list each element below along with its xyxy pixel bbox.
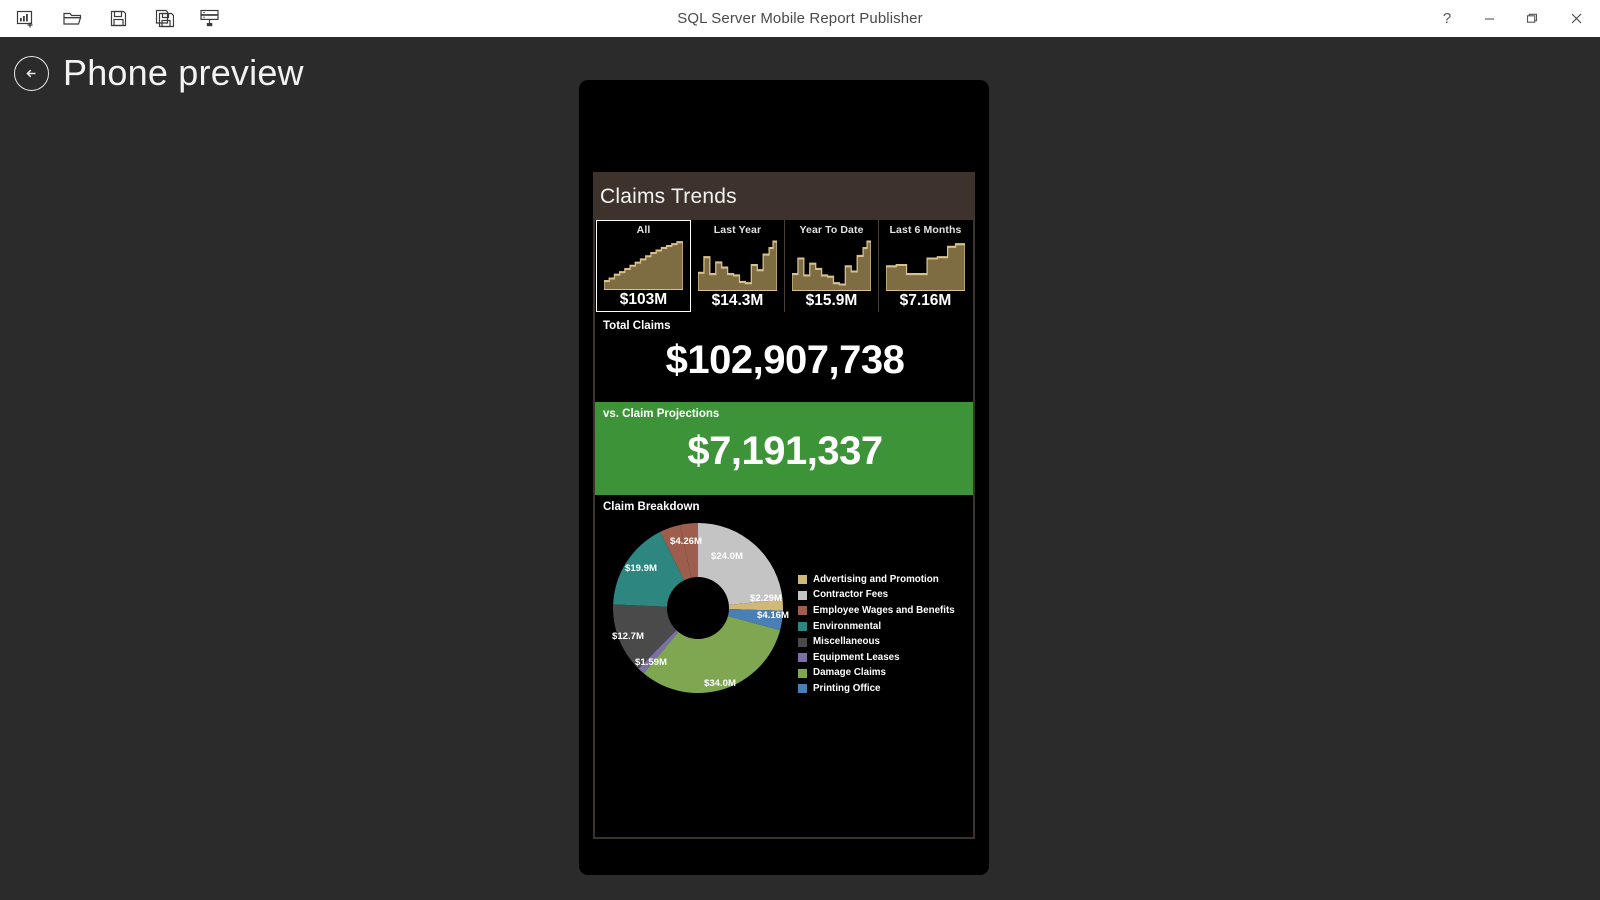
legend-label: Employee Wages and Benefits bbox=[813, 604, 955, 616]
tile-last-year-sparkline bbox=[691, 237, 784, 291]
kpi-total-claims-value: $102,907,738 bbox=[665, 338, 905, 382]
tile-last-year-label: Last Year bbox=[713, 224, 762, 236]
legend-label: Advertising and Promotion bbox=[813, 573, 939, 585]
phone-screen: Claims Trends All $103M Last Year $14.3M… bbox=[593, 172, 975, 839]
kpi-claim-projections: vs. Claim Projections $7,191,337 bbox=[595, 402, 973, 495]
kpi-claim-projections-value: $7,191,337 bbox=[687, 429, 883, 473]
legend-item[interactable]: Equipment Leases bbox=[798, 650, 955, 666]
tile-year-to-date-sparkline bbox=[785, 237, 878, 291]
back-arrow-icon[interactable] bbox=[14, 55, 49, 91]
report-header: Claims Trends bbox=[595, 174, 973, 220]
legend-swatch-icon bbox=[798, 668, 807, 678]
mobile-report: Claims Trends All $103M Last Year $14.3M… bbox=[595, 174, 973, 837]
legend-item[interactable]: Contractor Fees bbox=[798, 588, 955, 604]
legend-swatch-icon bbox=[798, 684, 807, 694]
slice-label-equipment: $1.59M bbox=[635, 657, 667, 668]
preview-page: Phone preview Claims Trends All $103M La… bbox=[0, 37, 1600, 900]
tile-last-6-months[interactable]: Last 6 Months $7.16M bbox=[879, 220, 972, 312]
tile-year-to-date-value: $15.9M bbox=[805, 292, 858, 309]
legend-item[interactable]: Advertising and Promotion bbox=[798, 572, 955, 588]
legend-label: Equipment Leases bbox=[813, 651, 900, 663]
legend-item[interactable]: Damage Claims bbox=[798, 666, 955, 682]
tile-year-to-date[interactable]: Year To Date $15.9M bbox=[785, 220, 879, 312]
kpi-total-claims: Total Claims $102,907,738 bbox=[595, 314, 973, 402]
tile-last-6-months-value: $7.16M bbox=[899, 292, 952, 309]
maximize-button[interactable] bbox=[1510, 0, 1552, 37]
legend-label: Environmental bbox=[813, 620, 882, 632]
publish-server-icon[interactable] bbox=[192, 4, 228, 34]
help-button[interactable]: ? bbox=[1426, 0, 1468, 37]
slice-label-miscellaneous: $12.7M bbox=[612, 631, 644, 642]
legend-swatch-icon bbox=[798, 637, 807, 647]
legend-swatch-icon bbox=[798, 590, 807, 600]
legend-swatch-icon bbox=[798, 575, 807, 585]
page-header: Phone preview bbox=[14, 55, 304, 91]
legend-label: Printing Office bbox=[813, 682, 881, 694]
open-folder-icon[interactable] bbox=[54, 4, 90, 34]
phone-device-frame: Claims Trends All $103M Last Year $14.3M… bbox=[579, 80, 989, 875]
slice-label-damage: $34.0M bbox=[704, 678, 736, 689]
legend-label: Miscellaneous bbox=[813, 636, 880, 648]
report-title: Claims Trends bbox=[600, 185, 737, 208]
tile-last-year-value: $14.3M bbox=[711, 292, 764, 309]
tile-last-6-months-label: Last 6 Months bbox=[889, 224, 962, 236]
legend-swatch-icon bbox=[798, 606, 807, 616]
claim-breakdown-panel: Claim Breakdown $2.29M $24.0M $4.26M $19… bbox=[595, 495, 973, 837]
kpi-claim-projections-label: vs. Claim Projections bbox=[603, 408, 720, 420]
window-title: SQL Server Mobile Report Publisher bbox=[677, 10, 923, 27]
toolbar bbox=[0, 4, 228, 34]
tile-year-to-date-label: Year To Date bbox=[799, 224, 864, 236]
minimize-button[interactable] bbox=[1468, 0, 1510, 37]
claim-breakdown-label: Claim Breakdown bbox=[603, 501, 700, 513]
legend-item[interactable]: Environmental bbox=[798, 619, 955, 635]
slice-label-printing: $4.16M bbox=[757, 610, 789, 621]
window-controls: ? bbox=[1426, 0, 1600, 37]
legend-label: Damage Claims bbox=[813, 667, 886, 679]
slice-label-environmental: $19.9M bbox=[625, 563, 657, 574]
slice-label-advertising: $2.29M bbox=[750, 593, 782, 604]
tile-all-value: $103M bbox=[619, 291, 668, 308]
window-titlebar: SQL Server Mobile Report Publisher ? bbox=[0, 0, 1600, 37]
tile-all-sparkline bbox=[597, 237, 690, 290]
close-button[interactable] bbox=[1552, 0, 1600, 37]
save-as-icon[interactable] bbox=[146, 4, 182, 34]
legend-item[interactable]: Employee Wages and Benefits bbox=[798, 603, 955, 619]
tile-last-year[interactable]: Last Year $14.3M bbox=[691, 220, 785, 312]
legend-label: Contractor Fees bbox=[813, 589, 889, 601]
tile-last-6-months-sparkline bbox=[879, 237, 972, 291]
legend-swatch-icon bbox=[798, 653, 807, 663]
save-icon[interactable] bbox=[100, 4, 136, 34]
legend-swatch-icon bbox=[798, 622, 807, 632]
tile-all[interactable]: All $103M bbox=[596, 220, 691, 312]
page-title: Phone preview bbox=[63, 52, 304, 93]
claim-breakdown-legend: Advertising and Promotion Contractor Fee… bbox=[798, 572, 955, 697]
kpi-total-claims-label: Total Claims bbox=[603, 320, 671, 332]
legend-item[interactable]: Printing Office bbox=[798, 681, 955, 697]
slice-label-contractor: $24.0M bbox=[711, 551, 743, 562]
tile-all-label: All bbox=[636, 224, 651, 236]
legend-item[interactable]: Miscellaneous bbox=[798, 634, 955, 650]
slice-label-employee: $4.26M bbox=[670, 536, 702, 547]
new-report-icon[interactable] bbox=[8, 4, 44, 34]
time-range-tiles: All $103M Last Year $14.3M Year To Date … bbox=[595, 220, 973, 314]
claim-breakdown-donut-chart[interactable]: $2.29M $24.0M $4.26M $19.9M $12.7M $1.59… bbox=[607, 517, 789, 699]
